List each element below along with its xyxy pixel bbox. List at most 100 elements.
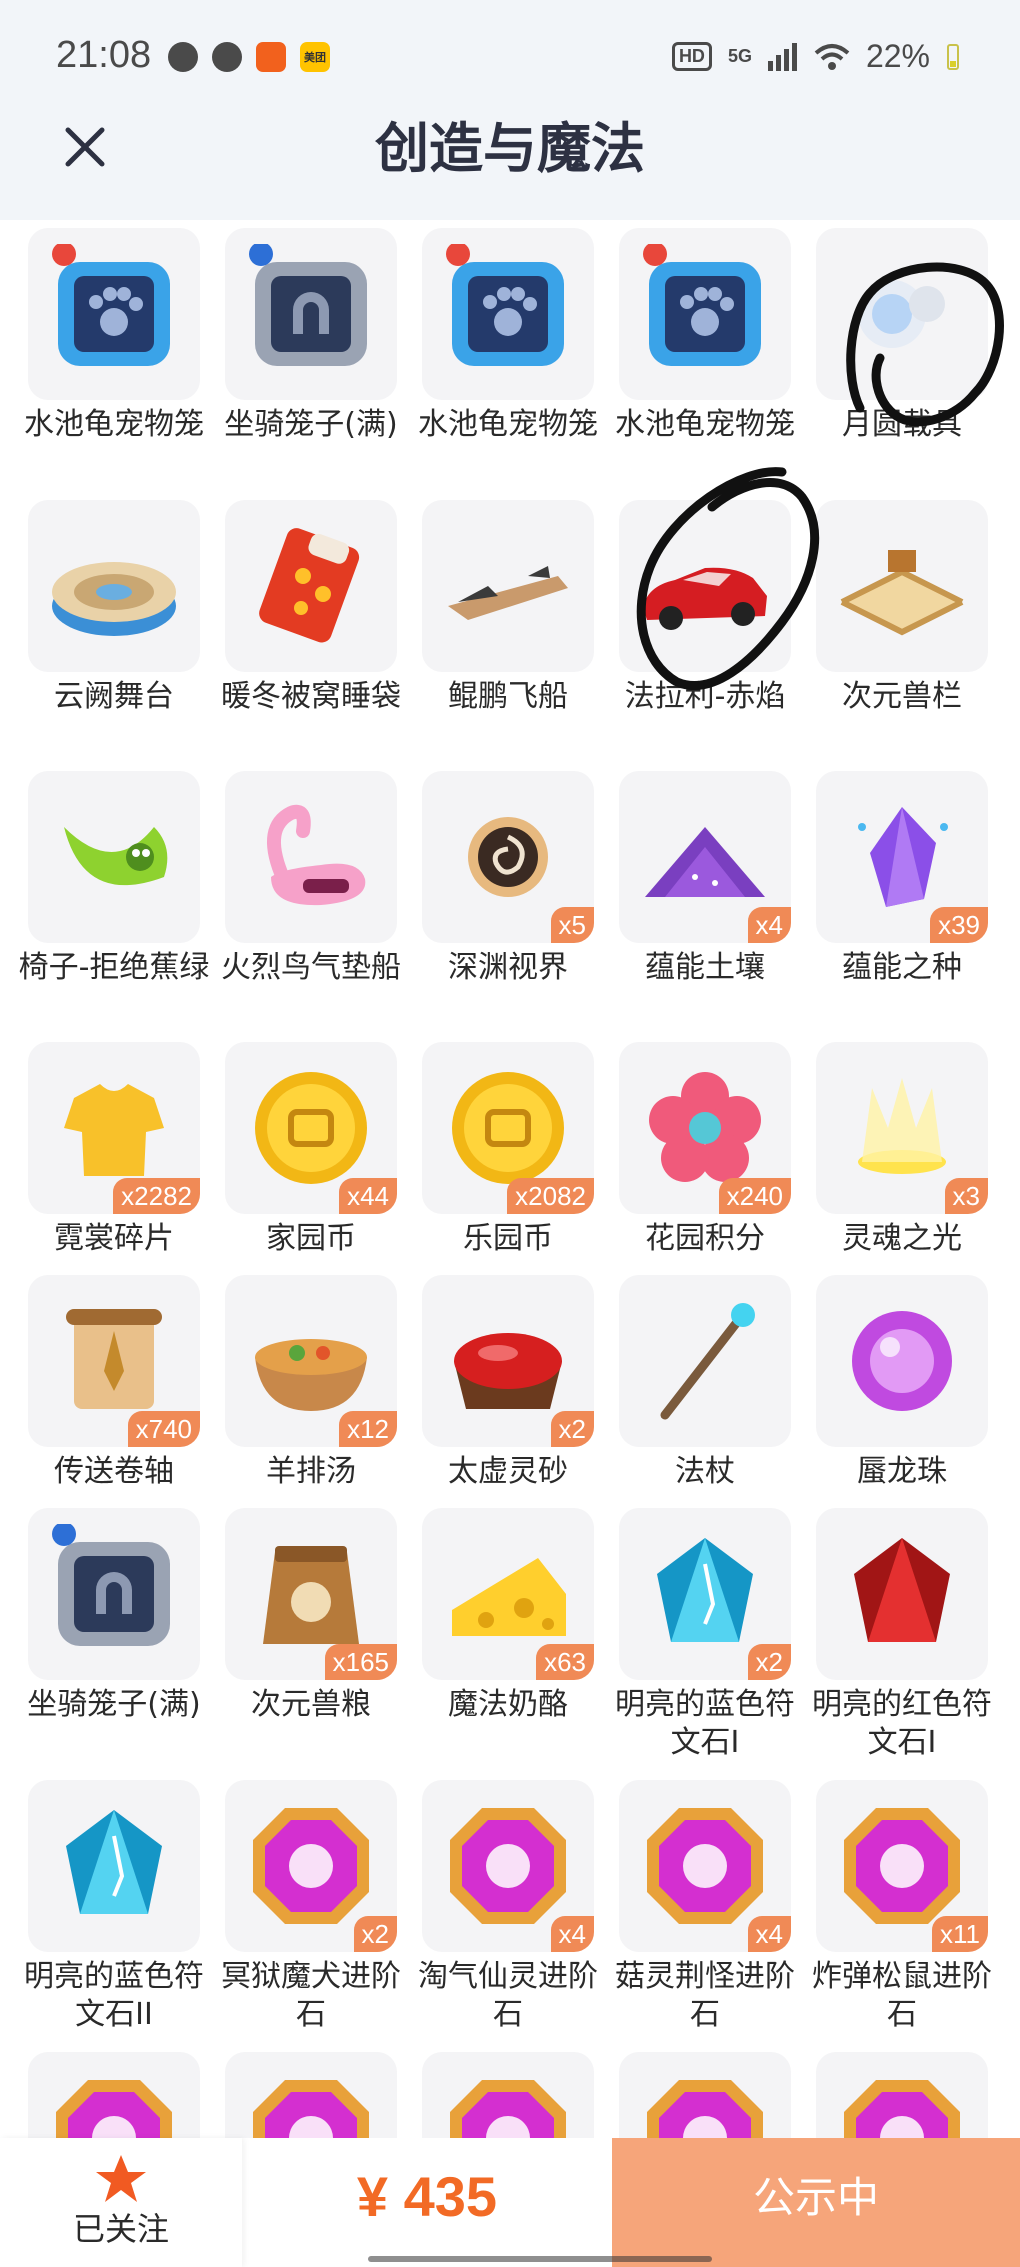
item-card[interactable]: 暖冬被窝睡袋 <box>221 500 423 760</box>
item-thumbnail[interactable]: x4 <box>619 771 791 943</box>
evolve-stone-icon <box>844 1808 960 1924</box>
item-thumbnail[interactable]: x2282 <box>28 1042 200 1214</box>
item-card[interactable] <box>816 2052 1014 2138</box>
item-card[interactable]: x44 家园币 <box>225 1042 423 1302</box>
item-card[interactable]: 蜃龙珠 <box>816 1275 1014 1535</box>
item-thumbnail[interactable] <box>422 2052 594 2138</box>
item-thumbnail[interactable]: x12 <box>225 1275 397 1447</box>
purple-soil-icon <box>645 827 765 897</box>
status-time: 21:08 <box>56 34 152 76</box>
item-card[interactable]: x165 次元兽粮 <box>225 1508 423 1768</box>
item-card[interactable]: 云阙舞台 <box>28 500 226 760</box>
item-card[interactable]: x3 灵魂之光 <box>816 1042 1014 1302</box>
item-name: 传送卷轴 <box>54 1454 174 1489</box>
item-name: 坐骑笼子(满) <box>224 407 398 442</box>
item-card[interactable]: 坐骑笼子(满) <box>27 1508 226 1768</box>
item-card[interactable]: 水池龟宠物笼 <box>418 228 620 488</box>
quantity-badge: x11 <box>932 1916 988 1952</box>
item-thumbnail[interactable] <box>28 771 200 943</box>
item-thumbnail[interactable]: x3 <box>816 1042 988 1214</box>
item-thumbnail[interactable] <box>28 1508 200 1680</box>
item-thumbnail[interactable] <box>816 1508 988 1680</box>
item-thumbnail[interactable] <box>816 228 988 400</box>
evolve-stone-icon <box>56 2080 172 2138</box>
item-thumbnail[interactable]: x2082 <box>422 1042 594 1214</box>
hd-icon: HD <box>671 42 712 71</box>
item-card[interactable]: 明亮的蓝色符文石II <box>24 1780 226 2040</box>
abyss-sun-icon <box>468 817 548 897</box>
item-thumbnail[interactable] <box>225 771 397 943</box>
item-card[interactable]: x5 深渊视界 <box>422 771 620 1031</box>
item-thumbnail[interactable]: x5 <box>422 771 594 943</box>
battery-icon <box>947 43 959 70</box>
item-card[interactable]: 明亮的红色符文石I <box>812 1508 1014 1768</box>
item-card[interactable]: 水池龟宠物笼 <box>615 228 817 488</box>
item-thumbnail[interactable] <box>816 500 988 672</box>
item-card[interactable]: 次元兽栏 <box>816 500 1014 760</box>
publicity-button[interactable]: 公示中 <box>612 2138 1020 2267</box>
item-card[interactable]: x11 炸弹松鼠进阶石 <box>812 1780 1014 2040</box>
item-thumbnail[interactable] <box>225 2052 397 2138</box>
item-card[interactable]: 法杖 <box>619 1275 817 1535</box>
item-name: 水池龟宠物笼 <box>418 407 598 442</box>
item-name: 太虚灵砂 <box>448 1454 568 1489</box>
item-card[interactable] <box>225 2052 423 2138</box>
item-card[interactable]: x740 传送卷轴 <box>28 1275 226 1535</box>
item-thumbnail[interactable]: x2 <box>619 1508 791 1680</box>
item-thumbnail[interactable] <box>619 228 791 400</box>
item-thumbnail[interactable]: x2 <box>422 1275 594 1447</box>
item-card[interactable]: x12 羊排汤 <box>225 1275 423 1535</box>
item-card[interactable]: x2282 霓裳碎片 <box>28 1042 226 1302</box>
item-card[interactable]: x2 太虚灵砂 <box>422 1275 620 1535</box>
item-thumbnail[interactable] <box>816 1275 988 1447</box>
item-name: 蜃龙珠 <box>857 1454 947 1489</box>
item-thumbnail[interactable] <box>225 500 397 672</box>
sleeping-bag-icon <box>259 528 360 643</box>
item-thumbnail[interactable] <box>619 2052 791 2138</box>
item-thumbnail[interactable]: x63 <box>422 1508 594 1680</box>
item-card[interactable]: x39 蕴能之种 <box>816 771 1014 1031</box>
item-card[interactable]: 水池龟宠物笼 <box>24 228 226 488</box>
quantity-badge: x39 <box>930 907 988 943</box>
flamingo-float-icon <box>267 804 366 906</box>
quantity-badge: x63 <box>536 1644 594 1680</box>
item-thumbnail[interactable] <box>28 228 200 400</box>
item-card[interactable]: 火烈鸟气垫船 <box>221 771 423 1031</box>
quantity-badge: x12 <box>339 1411 397 1447</box>
item-thumbnail[interactable]: x2 <box>225 1780 397 1952</box>
item-thumbnail[interactable]: x240 <box>619 1042 791 1214</box>
item-thumbnail[interactable]: x4 <box>422 1780 594 1952</box>
item-thumbnail[interactable] <box>422 228 594 400</box>
item-card[interactable]: x4 淘气仙灵进阶石 <box>418 1780 620 2040</box>
item-card[interactable]: 法拉利-赤焰 <box>619 500 817 760</box>
item-thumbnail[interactable] <box>28 500 200 672</box>
item-card[interactable]: x2 明亮的蓝色符文石I <box>615 1508 817 1768</box>
item-thumbnail[interactable] <box>28 1780 200 1952</box>
item-card[interactable]: 月圆载具 <box>816 228 1014 488</box>
item-thumbnail[interactable]: x44 <box>225 1042 397 1214</box>
item-thumbnail[interactable] <box>28 2052 200 2138</box>
item-thumbnail[interactable]: x39 <box>816 771 988 943</box>
item-card[interactable]: x2 冥狱魔犬进阶石 <box>221 1780 423 2040</box>
item-card[interactable]: 鲲鹏飞船 <box>422 500 620 760</box>
soul-light-icon <box>858 1078 946 1174</box>
item-card[interactable]: x63 魔法奶酪 <box>422 1508 620 1768</box>
item-thumbnail[interactable] <box>422 500 594 672</box>
item-card[interactable] <box>619 2052 817 2138</box>
item-card[interactable]: x2082 乐园币 <box>422 1042 620 1302</box>
item-thumbnail[interactable]: x740 <box>28 1275 200 1447</box>
item-thumbnail[interactable]: x4 <box>619 1780 791 1952</box>
item-thumbnail[interactable]: x165 <box>225 1508 397 1680</box>
item-card[interactable]: 坐骑笼子(满) <box>224 228 423 488</box>
item-card[interactable] <box>28 2052 226 2138</box>
item-card[interactable]: x4 蕴能土壤 <box>619 771 817 1031</box>
item-thumbnail[interactable] <box>619 1275 791 1447</box>
item-thumbnail[interactable] <box>619 500 791 672</box>
item-thumbnail[interactable] <box>225 228 397 400</box>
item-card[interactable]: x4 菇灵荆怪进阶石 <box>615 1780 817 2040</box>
item-card[interactable]: 椅子-拒绝蕉绿 <box>19 771 226 1031</box>
item-card[interactable]: x240 花园积分 <box>619 1042 817 1302</box>
item-thumbnail[interactable] <box>816 2052 988 2138</box>
item-thumbnail[interactable]: x11 <box>816 1780 988 1952</box>
item-card[interactable] <box>422 2052 620 2138</box>
